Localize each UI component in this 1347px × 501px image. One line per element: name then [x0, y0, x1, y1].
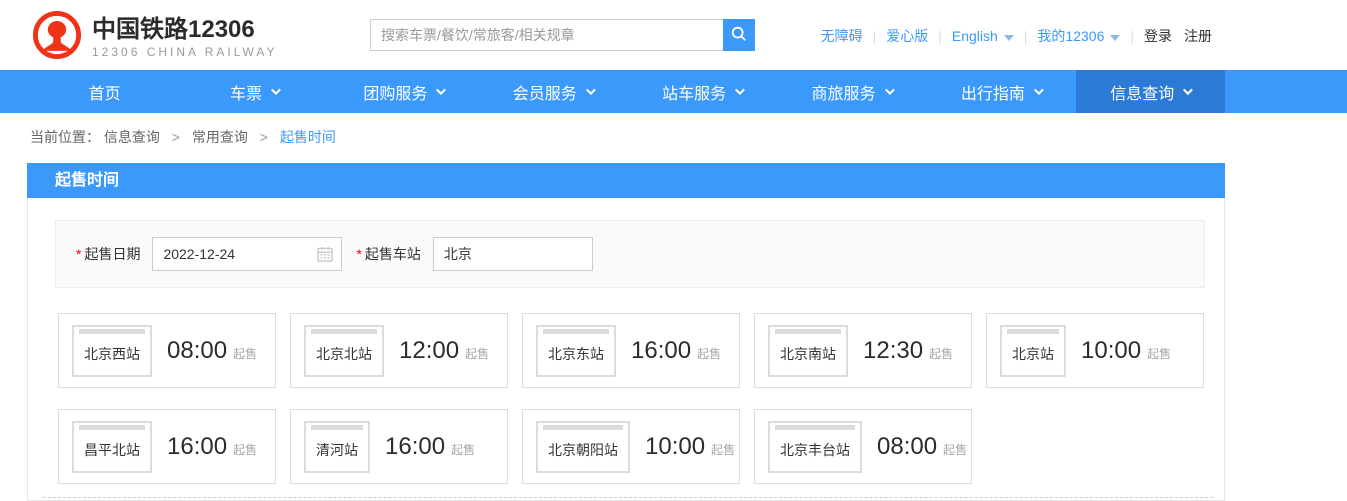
chevron-down-icon: [1110, 35, 1120, 41]
station-card: 北京南站 12:30 起售: [754, 313, 972, 388]
nav-item-travel-guide[interactable]: 出行指南: [926, 70, 1075, 113]
station-name-box: 北京北站: [304, 325, 384, 377]
station-card: 清河站 16:00 起售: [290, 409, 508, 484]
brand-subtitle: 12306 CHINA RAILWAY: [92, 44, 278, 60]
station-name-box: 清河站: [304, 421, 370, 473]
nav-item-station-services[interactable]: 站车服务: [628, 70, 777, 113]
nav-item-info-query[interactable]: 信息查询: [1076, 70, 1225, 113]
nav-item-home[interactable]: 首页: [30, 70, 179, 113]
station-card: 北京朝阳站 10:00 起售: [522, 409, 740, 484]
brand-logo-link[interactable]: 中国铁路12306 12306 CHINA RAILWAY: [30, 8, 278, 67]
dashed-divider: [43, 497, 1213, 498]
station-name-box: 昌平北站: [72, 421, 152, 473]
sale-time: 10:00: [1081, 337, 1141, 364]
breadcrumb-current: 起售时间: [280, 129, 336, 145]
calendar-icon[interactable]: [317, 246, 333, 267]
station-card: 北京北站 12:00 起售: [290, 313, 508, 388]
nav-item-member-services[interactable]: 会员服务: [478, 70, 627, 113]
sale-suffix: 起售: [465, 347, 489, 361]
nav-item-business-travel[interactable]: 商旅服务: [777, 70, 926, 113]
my12306-link[interactable]: 我的12306: [1037, 26, 1120, 46]
sale-suffix: 起售: [943, 443, 967, 457]
search-icon: [730, 25, 748, 46]
railway-logo-icon: [30, 8, 84, 67]
accessibility-link[interactable]: 无障碍: [821, 26, 863, 46]
sale-time: 08:00: [877, 433, 937, 460]
sale-suffix: 起售: [697, 347, 721, 361]
breadcrumb: 当前位置： 信息查询 > 常用查询 > 起售时间: [30, 128, 1347, 146]
register-link[interactable]: 注册: [1184, 26, 1212, 46]
page-header: 中国铁路12306 12306 CHINA RAILWAY 无障碍 | 爱心版 …: [0, 0, 1347, 70]
station-name-box: 北京朝阳站: [536, 421, 630, 473]
english-link[interactable]: English: [952, 28, 1014, 44]
required-mark: *: [76, 246, 81, 262]
station-card: 昌平北站 16:00 起售: [58, 409, 276, 484]
station-name-box: 北京丰台站: [768, 421, 862, 473]
chevron-down-icon: [586, 85, 596, 95]
breadcrumb-common-query[interactable]: 常用查询: [192, 129, 248, 145]
query-form: *起售日期 *起售车站: [55, 220, 1205, 288]
chevron-down-icon: [436, 85, 446, 95]
link-separator: |: [938, 28, 942, 44]
login-link[interactable]: 登录: [1144, 26, 1172, 46]
required-mark: *: [356, 246, 361, 262]
station-label: *起售车站: [356, 244, 420, 264]
chevron-down-icon: [271, 85, 281, 95]
station-name-box: 北京站: [1000, 325, 1066, 377]
station-name-box: 北京南站: [768, 325, 848, 377]
station-name-box: 北京东站: [536, 325, 616, 377]
header-links: 无障碍 | 爱心版 | English | 我的12306 | 登录 注册: [821, 26, 1212, 46]
breadcrumb-separator: >: [172, 129, 180, 145]
sale-suffix: 起售: [451, 443, 475, 457]
sale-time: 16:00: [631, 337, 691, 364]
breadcrumb-info-query[interactable]: 信息查询: [104, 129, 160, 145]
search-input[interactable]: [370, 19, 723, 51]
date-label: *起售日期: [76, 244, 140, 264]
search-bar: [370, 19, 755, 51]
nav-item-tickets[interactable]: 车票: [179, 70, 328, 113]
sale-suffix: 起售: [711, 443, 735, 457]
station-card: 北京站 10:00 起售: [986, 313, 1204, 388]
sale-suffix: 起售: [1147, 347, 1171, 361]
sale-time: 16:00: [385, 433, 445, 460]
chevron-down-icon: [1034, 85, 1044, 95]
brand-title: 中国铁路12306: [92, 16, 278, 44]
sale-time: 16:00: [167, 433, 227, 460]
station-card: 北京西站 08:00 起售: [58, 313, 276, 388]
chevron-down-icon: [885, 85, 895, 95]
station-card: 北京东站 16:00 起售: [522, 313, 740, 388]
care-version-link[interactable]: 爱心版: [886, 26, 928, 46]
sale-suffix: 起售: [233, 347, 257, 361]
sale-suffix: 起售: [233, 443, 257, 457]
sale-suffix: 起售: [929, 347, 953, 361]
sale-time: 12:00: [399, 337, 459, 364]
link-separator: |: [1130, 28, 1134, 44]
search-button[interactable]: [723, 19, 755, 51]
sale-time: 08:00: [167, 337, 227, 364]
chevron-down-icon: [735, 85, 745, 95]
chevron-down-icon: [1183, 85, 1193, 95]
breadcrumb-separator: >: [260, 129, 268, 145]
sale-time: 10:00: [645, 433, 705, 460]
station-cards-grid: 北京西站 08:00 起售 北京北站 12:00 起售 北京东站 16:00 起售 北…: [58, 313, 1224, 484]
nav-item-group-services[interactable]: 团购服务: [329, 70, 478, 113]
panel-title: 起售时间: [27, 163, 1225, 198]
breadcrumb-prefix: 当前位置：: [30, 129, 100, 145]
main-nav: 首页 车票 团购服务 会员服务 站车服务 商旅服务 出行指南 信息查询: [0, 70, 1347, 113]
panel-body: *起售日期 *起售车站 北: [27, 198, 1225, 501]
sale-station-input[interactable]: [433, 237, 593, 271]
station-name-box: 北京西站: [72, 325, 152, 377]
link-separator: |: [873, 28, 877, 44]
sale-time: 12:30: [863, 337, 923, 364]
station-card: 北京丰台站 08:00 起售: [754, 409, 972, 484]
link-separator: |: [1024, 28, 1028, 44]
chevron-down-icon: [1004, 35, 1014, 41]
sale-date-input[interactable]: [152, 237, 342, 271]
sale-time-panel: 起售时间 *起售日期 *起售车站: [27, 163, 1225, 501]
